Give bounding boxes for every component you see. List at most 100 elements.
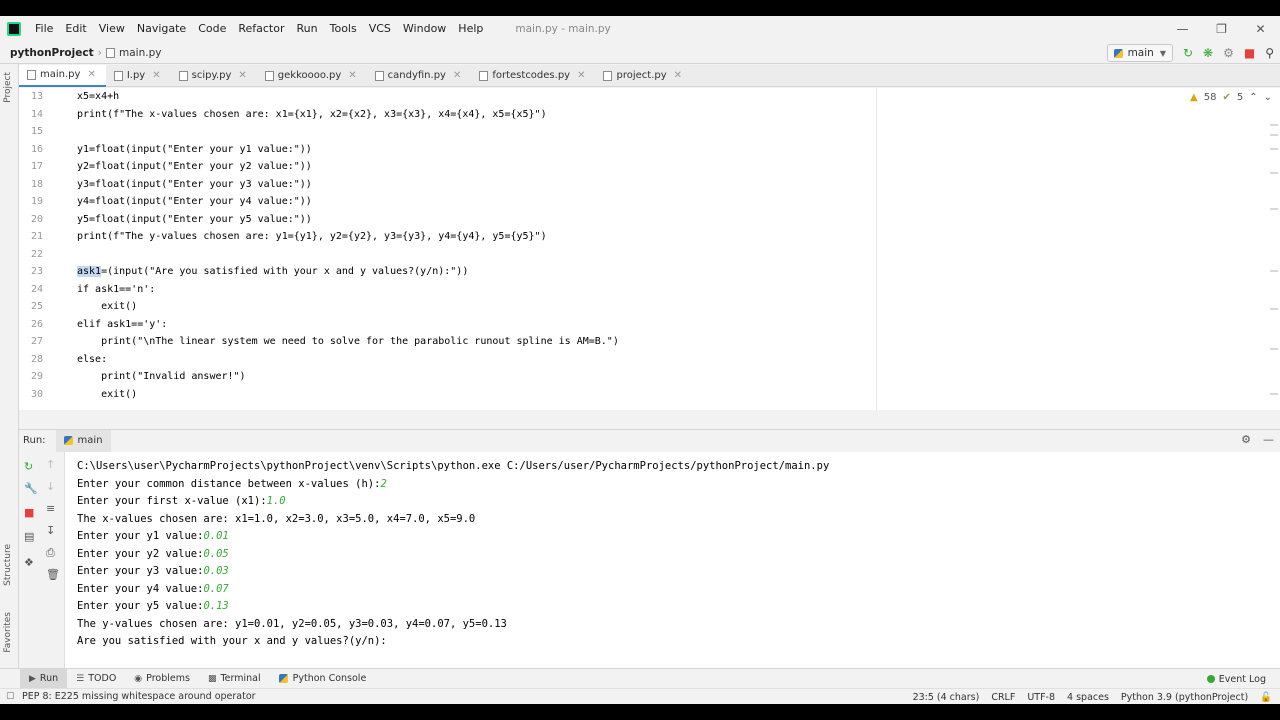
inspection-widget[interactable]: ▲ 58 ✔ 5 ⌃ ⌄ (1190, 92, 1272, 103)
tab-project-py[interactable]: project.py ✕ (595, 65, 692, 87)
problems-icon: ◉ (134, 673, 143, 684)
menu-view[interactable]: View (93, 16, 131, 42)
tab-scipy-py[interactable]: scipy.py ✕ (171, 65, 257, 87)
status-message: PEP 8: E225 missing whitespace around op… (22, 691, 256, 702)
tool-tab-terminal[interactable]: ▩ Terminal (199, 669, 270, 689)
run-console[interactable]: C:\Users\user\PycharmProjects\pythonProj… (65, 452, 1280, 674)
chevron-down-icon[interactable]: ⌄ (1264, 92, 1272, 103)
error-stripe-mark[interactable] (1270, 124, 1278, 126)
console-input: 1.0 (266, 495, 286, 507)
tool-tab-run[interactable]: ▶ Run (20, 668, 68, 689)
breadcrumb-file[interactable]: main.py (119, 47, 161, 59)
pycharm-logo-icon (7, 22, 21, 36)
scroll-to-end-icon[interactable]: ↧ (46, 524, 55, 537)
pycharm-window: File Edit View Navigate Code Refactor Ru… (0, 16, 1280, 704)
tab-main-py[interactable]: main.py ✕ (19, 64, 106, 87)
menu-edit[interactable]: Edit (59, 16, 92, 42)
tool-tab-python-console[interactable]: Python Console (270, 669, 376, 689)
chevron-up-icon[interactable]: ⌃ (1249, 92, 1257, 103)
lock-icon[interactable]: 🔓 (1260, 692, 1272, 703)
menu-help[interactable]: Help (452, 16, 489, 42)
menu-code[interactable]: Code (192, 16, 232, 42)
tab-gekkoooo-py[interactable]: gekkoooo.py ✕ (257, 65, 367, 87)
settings-gear-icon[interactable]: ⚙ (1241, 433, 1251, 446)
soft-wrap-icon[interactable]: ≡ (46, 502, 55, 515)
arrow-up-icon[interactable]: ↑ (46, 458, 55, 471)
console-line: The x-values chosen are: x1=1.0, x2=3.0,… (77, 511, 475, 529)
project-tool-button[interactable]: Project (3, 72, 13, 103)
console-output: The y-values chosen are: y1=0.01, y2=0.0… (77, 617, 507, 630)
wrench-icon[interactable]: 🔧 (24, 482, 38, 495)
close-icon[interactable]: ✕ (453, 70, 461, 81)
close-icon[interactable]: ✕ (348, 70, 356, 81)
run-configuration-select[interactable]: main ▼ (1106, 44, 1173, 62)
error-stripe-mark[interactable] (1270, 308, 1278, 310)
stop-icon[interactable]: ■ (24, 506, 34, 519)
error-stripe-mark[interactable] (1270, 393, 1278, 395)
search-icon[interactable]: ⚲ (1265, 44, 1274, 62)
error-stripe-mark[interactable] (1270, 208, 1278, 210)
menu-file[interactable]: File (29, 16, 59, 42)
tool-tab-problems[interactable]: ◉ Problems (125, 669, 199, 689)
error-stripe-mark[interactable] (1270, 134, 1278, 136)
tool-tab-todo[interactable]: ☰ TODO (67, 669, 125, 689)
menu-tools[interactable]: Tools (324, 16, 363, 42)
arrow-down-icon[interactable]: ↓ (46, 480, 55, 493)
navigation-bar: pythonProject › main.py main ▼ ↻ ❋ ⚙ ■ ⚲ (0, 42, 1280, 64)
weak-warning-icon: ✔ (1222, 92, 1231, 103)
run-toolbar-primary: ↻ 🔧 ■ ▤ ❖ (19, 452, 41, 674)
close-icon[interactable]: ✕ (238, 70, 246, 81)
caret-position[interactable]: 23:5 (4 chars) (913, 692, 980, 703)
line-separator[interactable]: CRLF (991, 692, 1015, 703)
console-output: Enter your y1 value: (77, 530, 204, 542)
close-icon[interactable]: ✕ (87, 69, 95, 80)
menu-run[interactable]: Run (291, 16, 324, 42)
console-line: Enter your y3 value:0.03 (77, 563, 229, 581)
menu-bar: File Edit View Navigate Code Refactor Ru… (0, 16, 1280, 42)
line-number: 14 (30, 108, 43, 120)
minimize-icon[interactable]: — (1163, 16, 1202, 42)
error-stripe-mark[interactable] (1270, 348, 1278, 350)
file-encoding[interactable]: UTF-8 (1027, 692, 1055, 703)
coverage-icon[interactable]: ⚙ (1223, 44, 1234, 62)
print-icon[interactable]: ⎙ (46, 546, 55, 560)
menu-vcs[interactable]: VCS (363, 16, 397, 42)
trash-icon[interactable]: 🗑 (46, 568, 60, 581)
debug-icon[interactable]: ❋ (1203, 44, 1213, 62)
indent-setting[interactable]: 4 spaces (1067, 692, 1109, 703)
hide-icon[interactable]: — (1263, 433, 1274, 446)
event-log-label: Event Log (1218, 673, 1266, 685)
close-icon[interactable]: ✕ (577, 70, 585, 81)
menu-refactor[interactable]: Refactor (232, 16, 290, 42)
error-stripe-mark[interactable] (1270, 270, 1278, 272)
run-tab-main[interactable]: main (55, 429, 111, 452)
rerun-icon[interactable]: ↻ (24, 460, 33, 473)
code-editor[interactable]: 13 14 15 16 17 18 19 20 21 22 23 24 25 2… (19, 88, 1280, 410)
favorites-tool-button[interactable]: Favorites (3, 612, 13, 653)
error-stripe-mark[interactable] (1270, 172, 1278, 174)
rerun-icon[interactable]: ↻ (1183, 44, 1193, 62)
code-line: print("Invalid answer!") (77, 371, 246, 382)
tab-candyfin-py[interactable]: candyfin.py ✕ (367, 65, 472, 87)
event-log-button[interactable]: Event Log (1206, 669, 1266, 689)
close-icon[interactable]: ✕ (152, 70, 160, 81)
tab-i-py[interactable]: I.py ✕ (106, 65, 171, 87)
layout-icon[interactable]: ▤ (24, 530, 34, 543)
structure-tool-button[interactable]: Structure (3, 544, 13, 586)
python-interpreter[interactable]: Python 3.9 (pythonProject) (1121, 692, 1248, 703)
restore-icon[interactable]: ❐ (1202, 16, 1241, 42)
python-file-icon (113, 70, 123, 81)
pin-icon[interactable]: ❖ (24, 556, 34, 569)
line-number-gutter: 13 14 15 16 17 18 19 20 21 22 23 24 25 2… (19, 88, 69, 410)
menu-window[interactable]: Window (397, 16, 452, 42)
stop-icon[interactable]: ■ (1244, 44, 1255, 62)
breadcrumb-project[interactable]: pythonProject (10, 47, 94, 59)
tab-fortestcodes-py[interactable]: fortestcodes.py ✕ (471, 65, 595, 87)
error-stripe-mark[interactable] (1270, 148, 1278, 150)
console-line: Enter your common distance between x-val… (77, 476, 387, 494)
close-icon[interactable]: ✕ (1241, 16, 1280, 42)
menu-navigate[interactable]: Navigate (131, 16, 192, 42)
console-line: Enter your y2 value:0.05 (77, 546, 229, 564)
close-icon[interactable]: ✕ (674, 70, 682, 81)
toggle-tool-windows-icon[interactable]: ▢ (6, 691, 15, 701)
